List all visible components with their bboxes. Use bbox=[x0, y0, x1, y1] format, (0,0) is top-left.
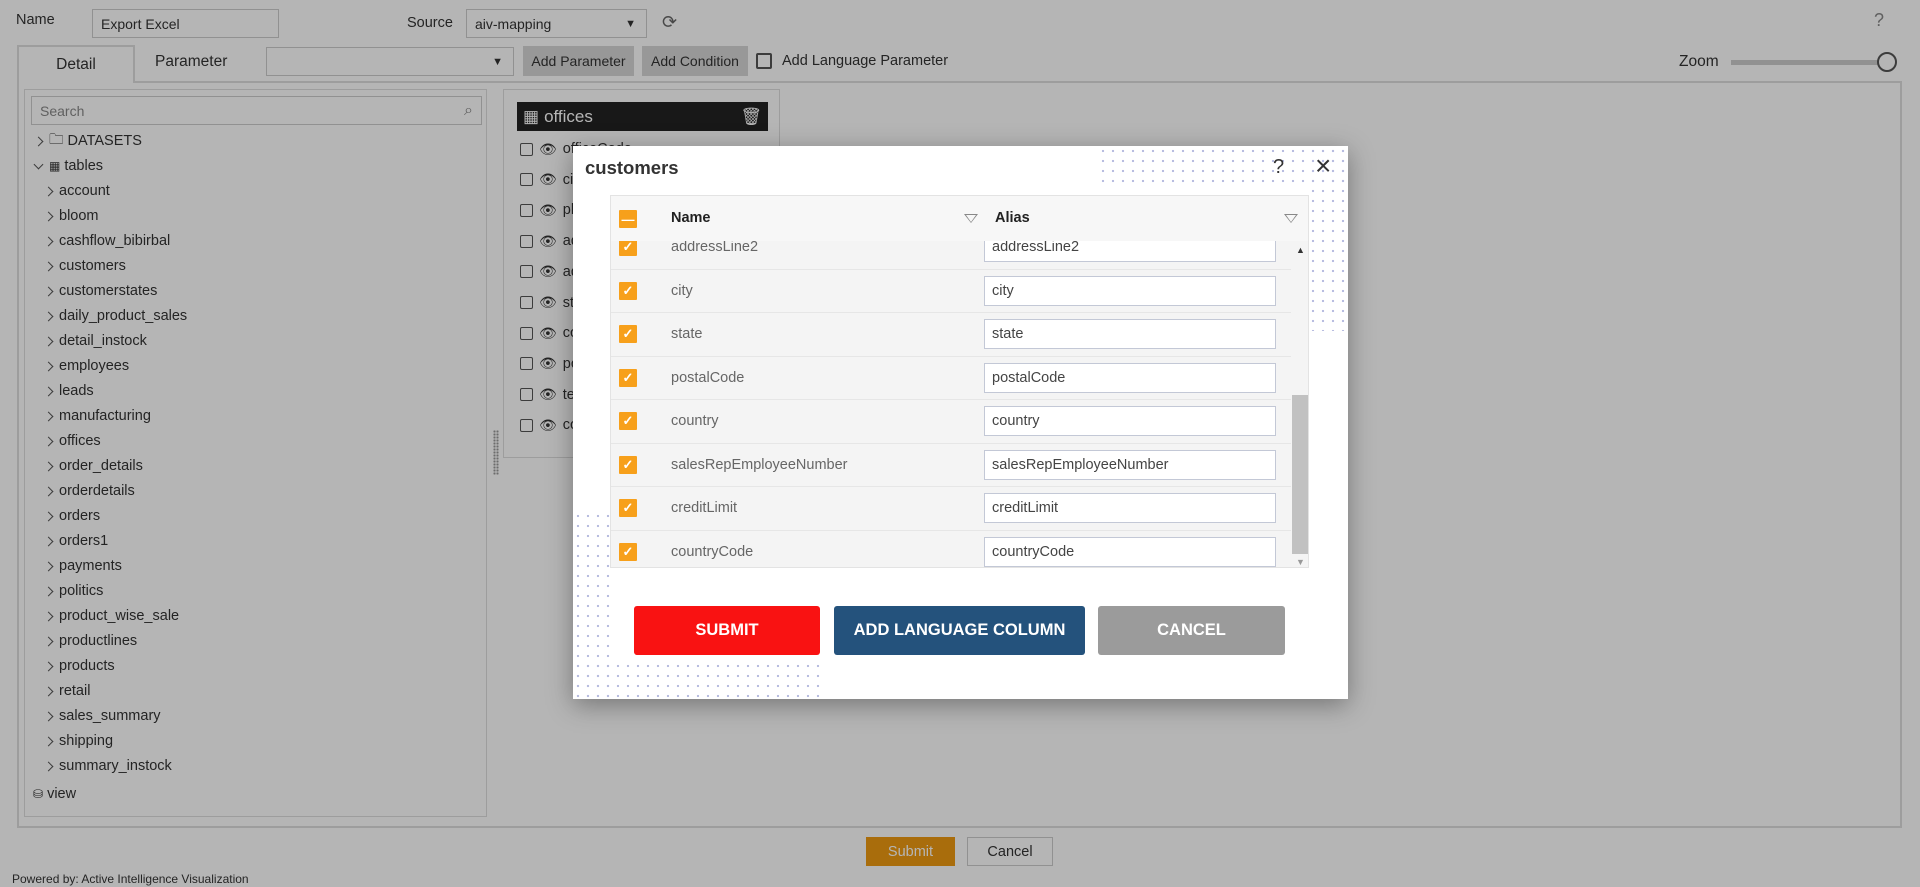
scrollbar[interactable]: ▲ ▼ bbox=[1291, 241, 1308, 567]
select-all-checkbox[interactable]: — bbox=[619, 210, 637, 228]
customers-dialog: customers ? × — Name Alias ✓ addressLine2… bbox=[573, 146, 1348, 699]
dots-decoration bbox=[573, 661, 820, 699]
column-name: creditLimit bbox=[671, 500, 738, 517]
column-name: state bbox=[671, 326, 703, 343]
row-checkbox[interactable]: ✓ bbox=[619, 455, 637, 474]
row-checkbox[interactable]: ✓ bbox=[619, 368, 637, 387]
add-language-column-button[interactable]: ADD LANGUAGE COLUMN bbox=[834, 606, 1085, 655]
column-name: salesRepEmployeeNumber bbox=[671, 456, 848, 473]
help-icon[interactable]: ? bbox=[1273, 156, 1284, 179]
grid-row: ✓ city city bbox=[611, 269, 1291, 313]
row-checkbox[interactable]: ✓ bbox=[619, 281, 637, 300]
columns-grid: — Name Alias ✓ addressLine2 addressLine2 ✓ c… bbox=[610, 195, 1309, 568]
alias-input[interactable]: addressLine2 bbox=[984, 241, 1276, 263]
alias-input[interactable]: country bbox=[984, 406, 1276, 437]
alias-input[interactable]: salesRepEmployeeNumber bbox=[984, 449, 1276, 480]
row-checkbox[interactable]: ✓ bbox=[619, 412, 637, 431]
close-icon[interactable]: × bbox=[1315, 150, 1331, 182]
alias-input[interactable]: creditLimit bbox=[984, 493, 1276, 524]
dialog-title: customers bbox=[585, 157, 679, 178]
grid-row: ✓ countryCode countryCode bbox=[611, 530, 1291, 567]
grid-row: ✓ salesRepEmployeeNumber salesRepEmployeeN… bbox=[611, 443, 1291, 487]
grid-header: — Name Alias bbox=[611, 196, 1308, 241]
filter-icon[interactable] bbox=[964, 214, 978, 223]
scroll-up-icon[interactable]: ▲ bbox=[1296, 245, 1305, 255]
filter-icon[interactable] bbox=[1284, 214, 1298, 223]
grid-body: ✓ addressLine2 addressLine2 ✓ city city ✓ state… bbox=[611, 241, 1291, 567]
grid-row: ✓ addressLine2 addressLine2 bbox=[611, 241, 1291, 270]
column-name: country bbox=[671, 413, 719, 430]
dialog-cancel-button[interactable]: CANCEL bbox=[1098, 606, 1285, 655]
dots-decoration bbox=[573, 511, 610, 699]
alias-input[interactable]: city bbox=[984, 275, 1276, 306]
column-name: countryCode bbox=[671, 543, 754, 560]
column-header-alias: Alias bbox=[995, 210, 1030, 226]
scroll-down-icon[interactable]: ▼ bbox=[1296, 557, 1305, 567]
column-header-name: Name bbox=[671, 210, 711, 226]
alias-input[interactable]: state bbox=[984, 319, 1276, 350]
row-checkbox[interactable]: ✓ bbox=[619, 542, 637, 561]
column-name: city bbox=[671, 282, 693, 299]
row-checkbox[interactable]: ✓ bbox=[619, 499, 637, 518]
alias-input[interactable]: postalCode bbox=[984, 362, 1276, 393]
column-name: addressLine2 bbox=[671, 241, 759, 256]
dialog-submit-button[interactable]: SUBMIT bbox=[634, 606, 820, 655]
scrollbar-thumb[interactable] bbox=[1292, 395, 1308, 554]
row-checkbox[interactable]: ✓ bbox=[619, 241, 637, 257]
grid-row: ✓ country country bbox=[611, 400, 1291, 444]
row-checkbox[interactable]: ✓ bbox=[619, 325, 637, 344]
grid-row: ✓ state state bbox=[611, 313, 1291, 357]
grid-row: ✓ postalCode postalCode bbox=[611, 356, 1291, 400]
grid-row: ✓ creditLimit creditLimit bbox=[611, 487, 1291, 531]
alias-input[interactable]: countryCode bbox=[984, 536, 1276, 567]
column-name: postalCode bbox=[671, 369, 745, 386]
